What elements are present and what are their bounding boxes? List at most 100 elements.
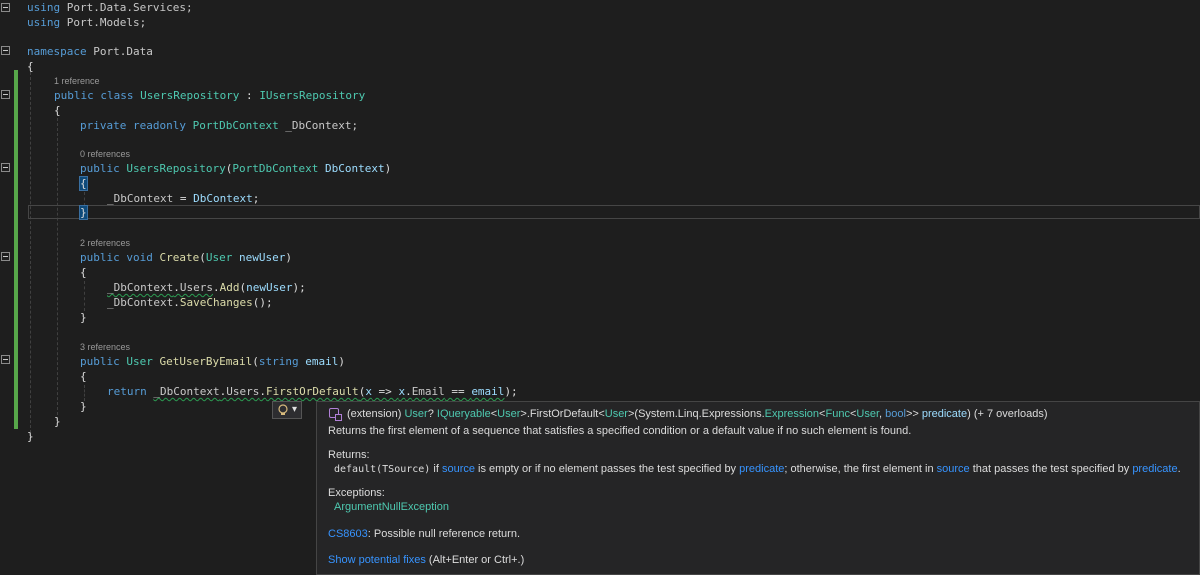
paren: ) bbox=[384, 162, 392, 175]
keyword: public void bbox=[80, 251, 160, 264]
returns-part: if bbox=[430, 463, 442, 475]
returns-code: default(TSource) bbox=[334, 464, 431, 475]
type-name: User bbox=[126, 355, 153, 368]
sig-type[interactable]: User bbox=[497, 408, 520, 420]
chevron-down-icon[interactable]: ▾ bbox=[292, 402, 297, 418]
code-line-brace: { bbox=[80, 266, 87, 279]
paren: (); bbox=[252, 296, 273, 309]
sig-keyword: bool bbox=[885, 408, 906, 420]
show-fixes-link[interactable]: Show potential fixes bbox=[328, 554, 426, 566]
fold-toggle-icon[interactable] bbox=[1, 3, 10, 12]
fold-toggle-icon[interactable] bbox=[1, 355, 10, 364]
keyword: string bbox=[258, 355, 299, 368]
sig-type[interactable]: User bbox=[856, 408, 879, 420]
current-line-highlight bbox=[28, 205, 1200, 219]
property-name: Users bbox=[226, 385, 260, 398]
fold-toggle-icon[interactable] bbox=[1, 252, 10, 261]
indent-guide bbox=[84, 192, 85, 206]
fold-toggle-icon[interactable] bbox=[1, 163, 10, 172]
returns-text: default(TSource) if source is empty or i… bbox=[334, 462, 1181, 477]
returns-part: that passes the test specified by bbox=[969, 463, 1133, 475]
exceptions-label: Exceptions: bbox=[328, 487, 385, 499]
sig-text: ? bbox=[427, 408, 437, 420]
param-link[interactable]: source bbox=[937, 463, 970, 475]
field-name: _DbContext; bbox=[278, 119, 359, 132]
code-line-statement: _DbContext.Users.Add(newUser); bbox=[107, 280, 306, 295]
semicolon: ; bbox=[252, 192, 260, 205]
type-name: PortDbContext bbox=[232, 162, 319, 175]
parameter-name: newUser bbox=[232, 251, 286, 264]
param-link[interactable]: source bbox=[442, 463, 475, 475]
keyword: using bbox=[27, 1, 61, 14]
code-line-brace: } bbox=[80, 400, 87, 413]
dot: . bbox=[173, 296, 180, 309]
param-link[interactable]: predicate bbox=[739, 463, 784, 475]
sig-parameter: predicate bbox=[921, 408, 968, 420]
paren: ( bbox=[252, 355, 259, 368]
code-line-namespace: namespace Port.Data bbox=[27, 44, 153, 59]
type-name: User bbox=[205, 251, 233, 264]
sig-type[interactable]: Func bbox=[825, 408, 849, 420]
code-line-using: using Port.Data.Services; bbox=[27, 0, 193, 15]
paren: ( bbox=[199, 251, 206, 264]
warning-code-link[interactable]: CS8603 bbox=[328, 528, 368, 540]
sig-type[interactable]: User bbox=[404, 408, 427, 420]
code-line-method: public User GetUserByEmail(string email) bbox=[80, 354, 345, 369]
parameter-name: DbContext bbox=[193, 192, 253, 205]
operator: = bbox=[173, 192, 194, 205]
sig-text: >(System.Linq.Expressions. bbox=[627, 408, 765, 420]
indent-guide bbox=[84, 281, 85, 311]
sig-type[interactable]: User bbox=[605, 408, 628, 420]
code-line-brace: { bbox=[79, 176, 88, 191]
method-name: Create bbox=[159, 251, 200, 264]
matched-brace: { bbox=[79, 176, 88, 191]
fold-toggle-icon[interactable] bbox=[1, 46, 10, 55]
fold-toggle-icon[interactable] bbox=[1, 90, 10, 99]
indent-guide bbox=[57, 118, 58, 420]
lightbulb-icon bbox=[278, 404, 288, 415]
code-line-brace: { bbox=[27, 60, 34, 73]
keyword: return bbox=[107, 385, 154, 398]
method-name[interactable]: FirstOrDefault bbox=[266, 385, 359, 398]
sig-type[interactable]: Expression bbox=[765, 408, 819, 420]
code-line-brace: { bbox=[80, 370, 87, 383]
parameter-name: DbContext bbox=[318, 162, 385, 175]
param-link[interactable]: predicate bbox=[1132, 463, 1177, 475]
keyword: namespace bbox=[27, 45, 87, 58]
codelens-references[interactable]: 3 references bbox=[80, 341, 130, 353]
code-line-brace: } bbox=[79, 205, 88, 220]
paren: ) bbox=[285, 251, 292, 264]
codelens-references[interactable]: 0 references bbox=[80, 148, 130, 160]
separator: : bbox=[239, 89, 260, 102]
fix-line: Show potential fixes (Alt+Enter or Ctrl+… bbox=[328, 553, 524, 567]
field-name: _DbContext bbox=[107, 192, 174, 205]
dot: . bbox=[259, 385, 266, 398]
returns-part: . bbox=[1177, 463, 1181, 475]
code-line-brace: { bbox=[54, 104, 61, 117]
code-line-brace: } bbox=[80, 311, 87, 324]
code-line-class: public class UsersRepository : IUsersRep… bbox=[54, 88, 365, 103]
code-line-constructor: public UsersRepository(PortDbContext DbC… bbox=[80, 161, 391, 176]
indent-guide bbox=[30, 72, 31, 438]
method-name: SaveChanges bbox=[179, 296, 253, 309]
code-line-assignment: _DbContext = DbContext; bbox=[107, 191, 259, 206]
type-name: PortDbContext bbox=[192, 119, 279, 132]
quick-actions-button[interactable]: ▾ bbox=[272, 401, 302, 419]
paren: ); bbox=[504, 385, 518, 398]
method-name: GetUserByEmail bbox=[152, 355, 253, 368]
returns-part: is empty or if no element passes the tes… bbox=[474, 463, 740, 475]
codelens-references[interactable]: 1 reference bbox=[54, 75, 100, 87]
change-bar bbox=[14, 70, 18, 429]
keyword: private readonly bbox=[80, 119, 193, 132]
sig-overloads: ) (+ 7 overloads) bbox=[967, 408, 1048, 420]
summary-text: Returns the first element of a sequence … bbox=[328, 425, 912, 437]
returns-label: Returns: bbox=[328, 449, 370, 461]
warning-line: CS8603: Possible null reference return. bbox=[328, 527, 520, 541]
exception-link[interactable]: ArgumentNullException bbox=[334, 500, 449, 514]
keyword: public bbox=[80, 162, 127, 175]
parameter-name: email bbox=[298, 355, 339, 368]
code-line-statement: _DbContext.SaveChanges(); bbox=[107, 295, 273, 310]
codelens-references[interactable]: 2 references bbox=[80, 237, 130, 249]
sig-type[interactable]: IQueryable bbox=[437, 408, 491, 420]
paren: ); bbox=[292, 281, 306, 294]
